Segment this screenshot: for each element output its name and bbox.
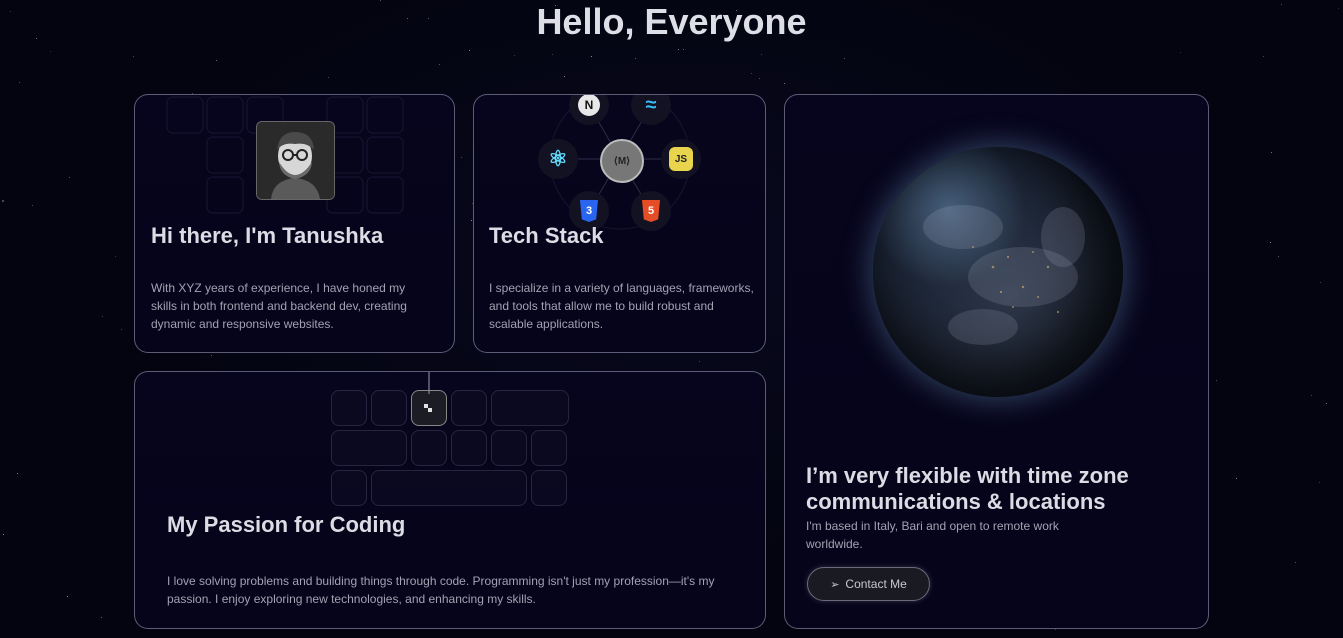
star [469,50,470,51]
star [3,534,4,535]
star [759,78,760,79]
star [216,60,217,61]
star [32,205,33,206]
star [211,355,212,356]
html5-icon: 5 [631,191,671,231]
star [1320,282,1321,283]
star [1319,482,1320,483]
star [101,617,102,618]
star [115,256,116,257]
star [50,51,51,52]
page-title: Hello, Everyone [536,1,807,42]
star [683,49,684,50]
react-icon: ⚛ [538,139,578,179]
star [461,157,462,158]
star [514,55,515,56]
star [1180,52,1181,53]
star [844,58,845,59]
intro-title: Hi there, I'm Tanushka [151,223,384,248]
star [1270,242,1271,243]
vite-icon: ⟨M⟩ [600,139,644,183]
star [761,54,762,55]
passion-card: My Passion for Coding I love solving pro… [134,371,766,629]
globe-image [873,147,1123,397]
keyboard-decoration [331,372,571,506]
javascript-icon: JS [661,139,701,179]
star [1326,403,1327,404]
star [1055,629,1056,630]
star [121,329,122,330]
star [1271,152,1272,153]
star [439,64,440,65]
star [552,54,553,55]
intro-text: With XYZ years of experience, I have hon… [151,281,407,331]
star [784,83,785,84]
star [102,316,103,317]
star [471,220,472,221]
location-text: I'm based in Italy, Bari and open to rem… [806,519,1059,551]
star [678,49,679,50]
star [591,56,592,57]
star [699,361,700,362]
star [564,76,565,77]
star [2,200,4,202]
intro-card: Hi there, I'm Tanushka With XYZ years of… [134,94,455,353]
avatar [256,121,335,200]
star [1216,380,1217,381]
star [19,82,20,83]
star [751,73,752,74]
passion-text: I love solving problems and building thi… [167,574,715,606]
star [635,58,636,59]
star [1295,562,1296,563]
tech-stack-card: N ≈ ⚛ ⟨M⟩ JS 3 5 Tech Stack I specialize… [473,94,766,353]
star [1263,56,1264,57]
star [133,56,134,57]
portfolio-page: Hello, Everyone Hi there, I'm Tanushka W… [0,0,1343,638]
star [1278,256,1279,257]
star [67,596,68,597]
star [17,473,18,474]
location-card: I’m very flexible with time zone communi… [784,94,1209,629]
send-icon: ➢ [830,578,840,591]
star [328,77,329,78]
location-title: I’m very flexible with time zone communi… [806,463,1129,514]
contact-me-button[interactable]: ➢ Contact Me [807,567,930,601]
tech-stack-title: Tech Stack [489,223,604,248]
star [1236,478,1237,479]
tech-stack-text: I specialize in a variety of languages, … [489,281,754,331]
passion-title: My Passion for Coding [167,512,406,537]
contact-me-label: Contact Me [845,577,907,591]
star [69,177,70,178]
star [1311,395,1312,396]
